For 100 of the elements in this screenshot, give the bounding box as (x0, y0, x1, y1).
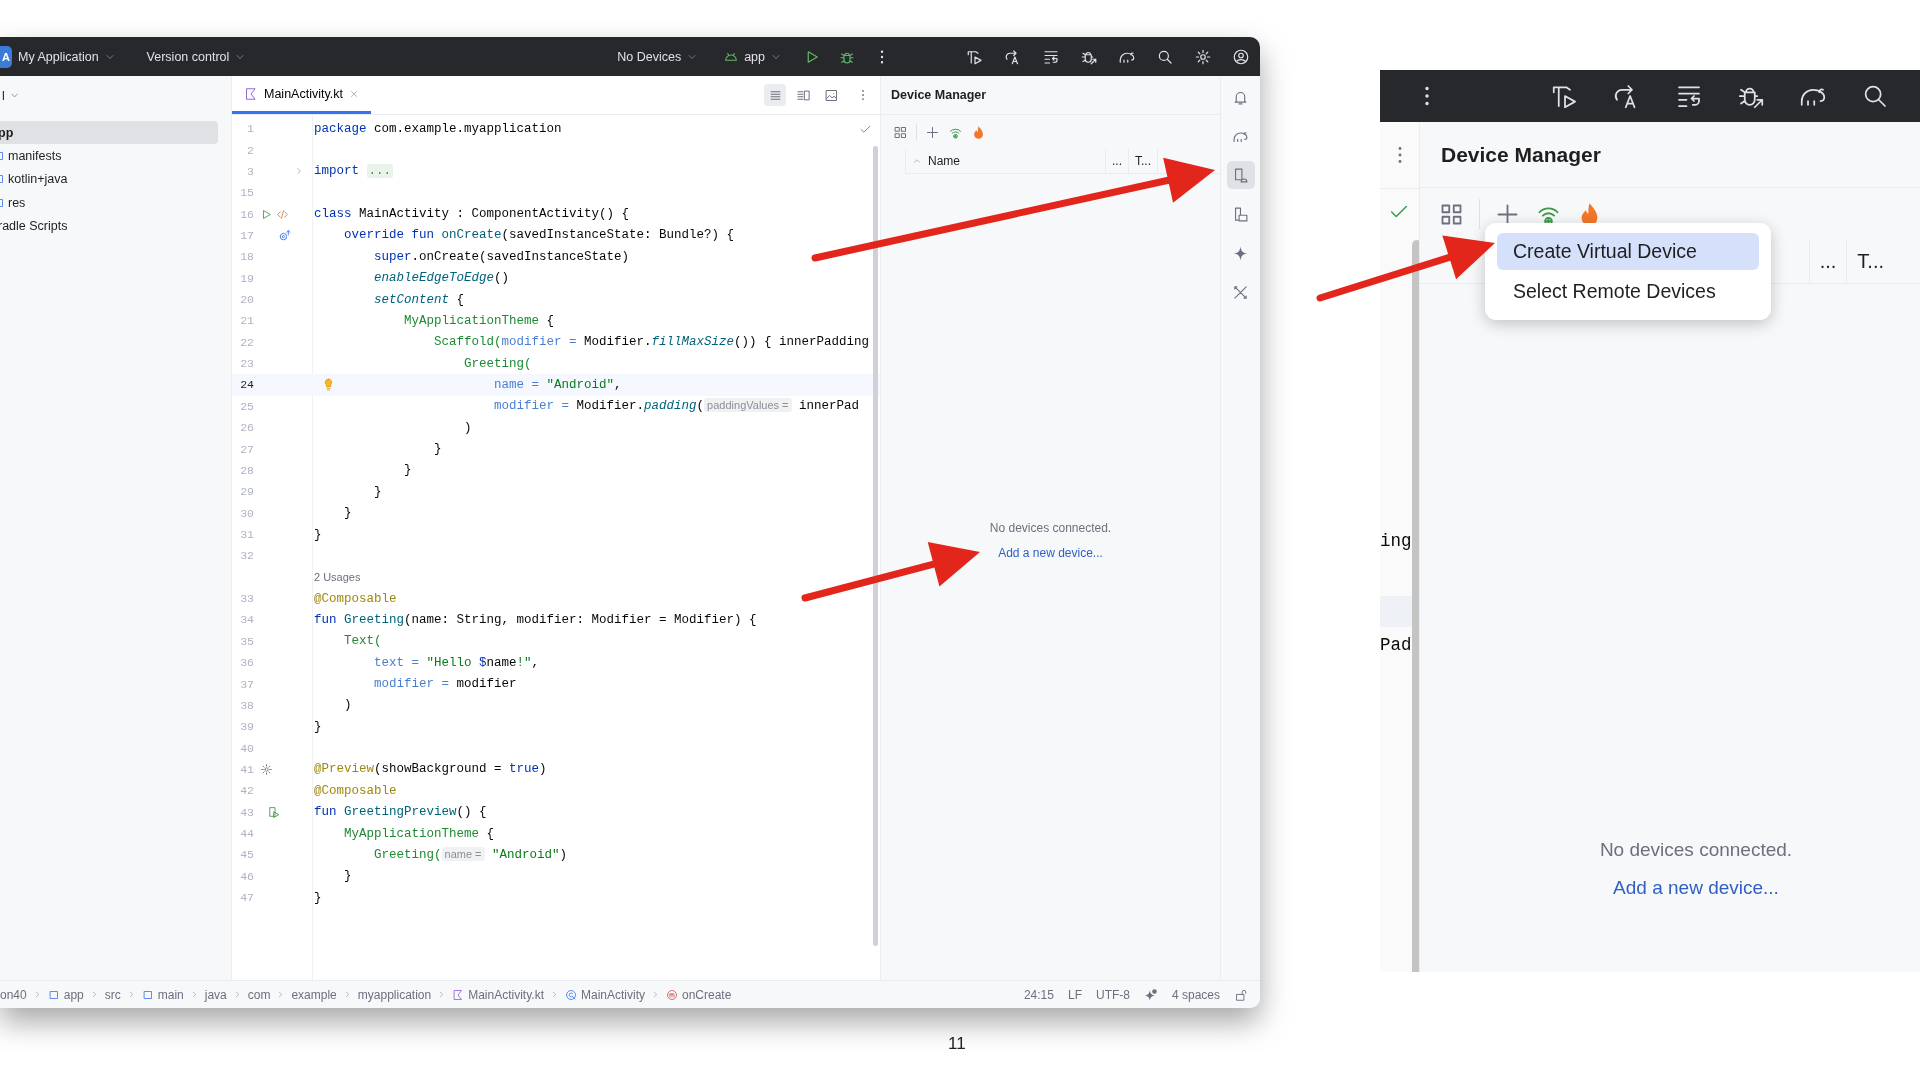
code-line: enableEdgeToEdge() (374, 271, 510, 286)
code-line: setContent { (374, 292, 465, 307)
module-icon (47, 988, 60, 1001)
device-dropdown[interactable]: No Devices (613, 46, 703, 67)
run-config-dropdown[interactable]: app (719, 45, 786, 68)
panel-title: Device Manager (891, 88, 987, 102)
line-number: 18 (239, 250, 254, 264)
method-icon (666, 988, 678, 1001)
panel-title: Device Manager (1441, 142, 1601, 167)
preview-icon[interactable] (268, 805, 281, 819)
line-number: 16 (239, 207, 254, 221)
breadcrumb[interactable]: main (141, 987, 184, 1002)
line-number: 37 (239, 677, 254, 691)
code-fragment: ing (1380, 530, 1413, 553)
line-number: 15 (239, 186, 254, 200)
line-number: 20 (239, 293, 254, 307)
column-header[interactable]: T... (1129, 149, 1159, 173)
check-icon (859, 123, 872, 136)
indent-setting[interactable]: 4 spaces (1171, 987, 1220, 1002)
tree-item[interactable]: res (0, 190, 218, 215)
breadcrumb[interactable]: com (247, 987, 271, 1002)
breadcrumb[interactable]: myapplication (357, 987, 432, 1002)
sort-caret-icon (912, 156, 922, 166)
panel-title: l (2, 88, 5, 103)
column-header[interactable]: T... (1846, 240, 1894, 283)
line-number: 29 (239, 485, 254, 499)
column-header[interactable]: Name (906, 149, 1106, 173)
sparkle-icon[interactable] (1143, 987, 1158, 1002)
breadcrumb[interactable]: src (104, 987, 121, 1002)
menu-item[interactable]: Create Virtual Device (1497, 233, 1759, 270)
line-number: 44 (239, 827, 254, 841)
tree-item[interactable]: kotlin+java (0, 167, 218, 191)
line-number: 45 (239, 848, 254, 862)
account-icon[interactable] (1232, 47, 1250, 66)
code-line: import ... (313, 164, 394, 179)
version-control-dropdown[interactable]: Version control (142, 46, 251, 67)
line-number: 27 (239, 442, 254, 456)
usages-hint[interactable]: 2 Usages (312, 571, 361, 584)
line-number: 2 (246, 143, 254, 157)
code-fragment: Pad (1380, 634, 1413, 657)
add-device-link[interactable]: Add a new device... (998, 546, 1103, 560)
project-dropdown[interactable]: My Application (14, 46, 120, 67)
grid-icon[interactable] (893, 124, 908, 140)
line-number: 46 (239, 869, 254, 883)
project-badge[interactable]: A (0, 45, 12, 68)
breadcrumb[interactable]: java (204, 987, 227, 1002)
code-icon[interactable] (276, 207, 289, 221)
breadcrumb[interactable]: MainActivity (564, 987, 645, 1002)
breadcrumb[interactable]: app (47, 987, 84, 1002)
line-number: 23 (239, 357, 254, 371)
column-header[interactable]: ... (1808, 240, 1847, 283)
code-line: modifier = modifier (374, 677, 517, 691)
scrollbar[interactable] (873, 146, 878, 946)
file-encoding[interactable]: UTF-8 (1095, 987, 1130, 1002)
devices-icon[interactable] (1232, 205, 1249, 223)
editor-tab[interactable]: MainActivity.kt (232, 76, 371, 114)
sparkle-icon[interactable] (1232, 244, 1249, 262)
line-number: 22 (239, 335, 254, 349)
line-number: 39 (239, 720, 254, 734)
device-manager-button[interactable] (1226, 161, 1255, 189)
add-device-link[interactable]: Add a new device... (1613, 877, 1779, 899)
code-line: Scaffold(modifier = Modifier.fillMaxSize()) { innerPadding (434, 335, 870, 350)
line-number: 1 (246, 122, 254, 136)
line-number: 47 (239, 891, 254, 905)
code-line: } (313, 890, 322, 905)
cursor-position[interactable]: 24:15 (1023, 987, 1054, 1002)
line-number: 31 (239, 528, 254, 541)
breadcrumb[interactable]: MainActivity.kt (452, 987, 544, 1002)
line-number: 32 (239, 549, 254, 563)
line-number: 26 (239, 421, 254, 435)
code-line: fun Greeting(name: String, modifier: Modifier = Modifier) { (313, 612, 757, 627)
flame-icon[interactable] (971, 124, 986, 140)
line-number: 42 (239, 784, 254, 798)
run-icon[interactable] (260, 207, 273, 221)
line-number: 30 (239, 506, 254, 520)
code-line: ) (344, 698, 352, 713)
crossed-arrows-icon[interactable] (1232, 283, 1249, 301)
breadcrumb[interactable]: on40 (0, 987, 27, 1002)
settings-icon[interactable] (1194, 47, 1212, 66)
line-number: 24 (239, 378, 254, 392)
column-header[interactable]: ... (1106, 149, 1129, 173)
line-separator[interactable]: LF (1067, 987, 1082, 1002)
code-line: } (313, 527, 322, 542)
unlocked-icon[interactable] (1234, 987, 1248, 1002)
breadcrumb[interactable]: example (291, 987, 337, 1002)
code-line: } (344, 869, 352, 884)
add-icon[interactable] (925, 124, 940, 140)
code-line: } (374, 484, 382, 499)
breadcrumb[interactable]: onCreate (666, 987, 732, 1002)
code-line: override fun onCreate(savedInstanceState: Bundle?) { (344, 228, 735, 243)
module-icon (141, 988, 154, 1001)
phone-android-icon[interactable] (1232, 166, 1249, 184)
kotlin-file-icon (452, 988, 465, 1001)
page-number: 11 (948, 1034, 966, 1054)
tree-item[interactable]: manifests (0, 144, 218, 168)
override-icon[interactable] (278, 228, 291, 242)
code-line: } (434, 442, 442, 457)
code-line: text = "Hello $name!", (374, 655, 540, 670)
line-number: 40 (239, 741, 254, 755)
menu-item[interactable]: Select Remote Devices (1497, 273, 1759, 310)
